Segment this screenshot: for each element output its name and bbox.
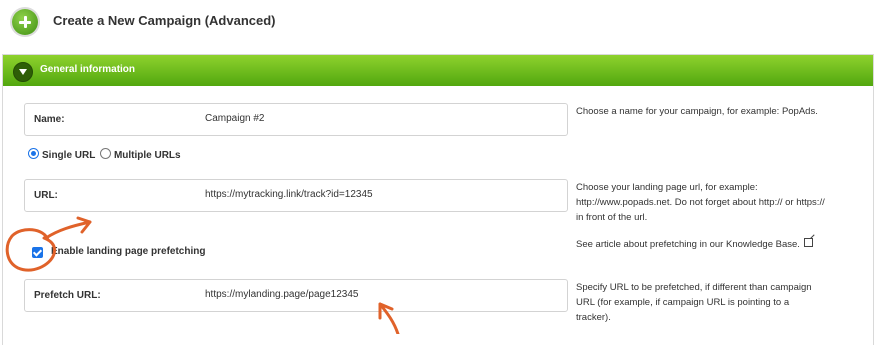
name-help-text: Choose a name for your campaign, for exa… xyxy=(576,106,818,117)
prefetch-checkbox[interactable] xyxy=(32,247,43,258)
prefetch-url-help-line: URL (for example, if campaign URL is poi… xyxy=(576,297,790,308)
url-mode-radio-group: Single URL Multiple URLs xyxy=(28,148,181,161)
section-title: General information xyxy=(40,64,136,75)
external-link-icon[interactable] xyxy=(803,238,813,247)
name-input[interactable] xyxy=(199,105,571,132)
prefetch-url-field-row: Prefetch URL: xyxy=(24,279,571,312)
plus-circle-icon[interactable] xyxy=(12,9,38,35)
page-title: Create a New Campaign (Advanced) xyxy=(53,13,276,28)
prefetch-url-label: Prefetch URL: xyxy=(34,290,101,301)
single-url-label: Single URL xyxy=(42,150,96,161)
prefetch-checkbox-label[interactable]: Enable landing page prefetching xyxy=(51,246,205,257)
section-header-bar[interactable]: General information xyxy=(3,55,873,86)
prefetch-kb-link[interactable]: See article about prefetching in our Kno… xyxy=(576,239,800,250)
prefetch-url-help-line: tracker). xyxy=(576,312,611,323)
prefetch-url-help-line: Specify URL to be prefetched, if differe… xyxy=(576,282,812,293)
prefetch-url-input[interactable] xyxy=(199,281,571,308)
url-input[interactable] xyxy=(199,181,571,208)
url-help-line: http://www.popads.net. Do not forget abo… xyxy=(576,197,825,208)
prefetch-help: See article about prefetching in our Kno… xyxy=(576,237,866,252)
url-help-line: in front of the url. xyxy=(576,212,648,223)
url-label: URL: xyxy=(34,190,58,201)
multiple-urls-label: Multiple URLs xyxy=(113,150,181,161)
multiple-urls-radio[interactable] xyxy=(99,148,111,159)
url-help-text: Choose your landing page url, for exampl… xyxy=(576,180,866,225)
name-field-row: Name: xyxy=(24,103,571,136)
url-help-line: Choose your landing page url, for exampl… xyxy=(576,182,758,193)
url-field-row: URL: xyxy=(24,179,571,212)
collapse-arrow-icon[interactable] xyxy=(13,62,33,82)
single-url-radio[interactable] xyxy=(28,148,39,159)
page-header: Create a New Campaign (Advanced) xyxy=(0,0,875,46)
name-label: Name: xyxy=(34,114,65,125)
prefetch-url-help-text: Specify URL to be prefetched, if differe… xyxy=(576,280,866,325)
